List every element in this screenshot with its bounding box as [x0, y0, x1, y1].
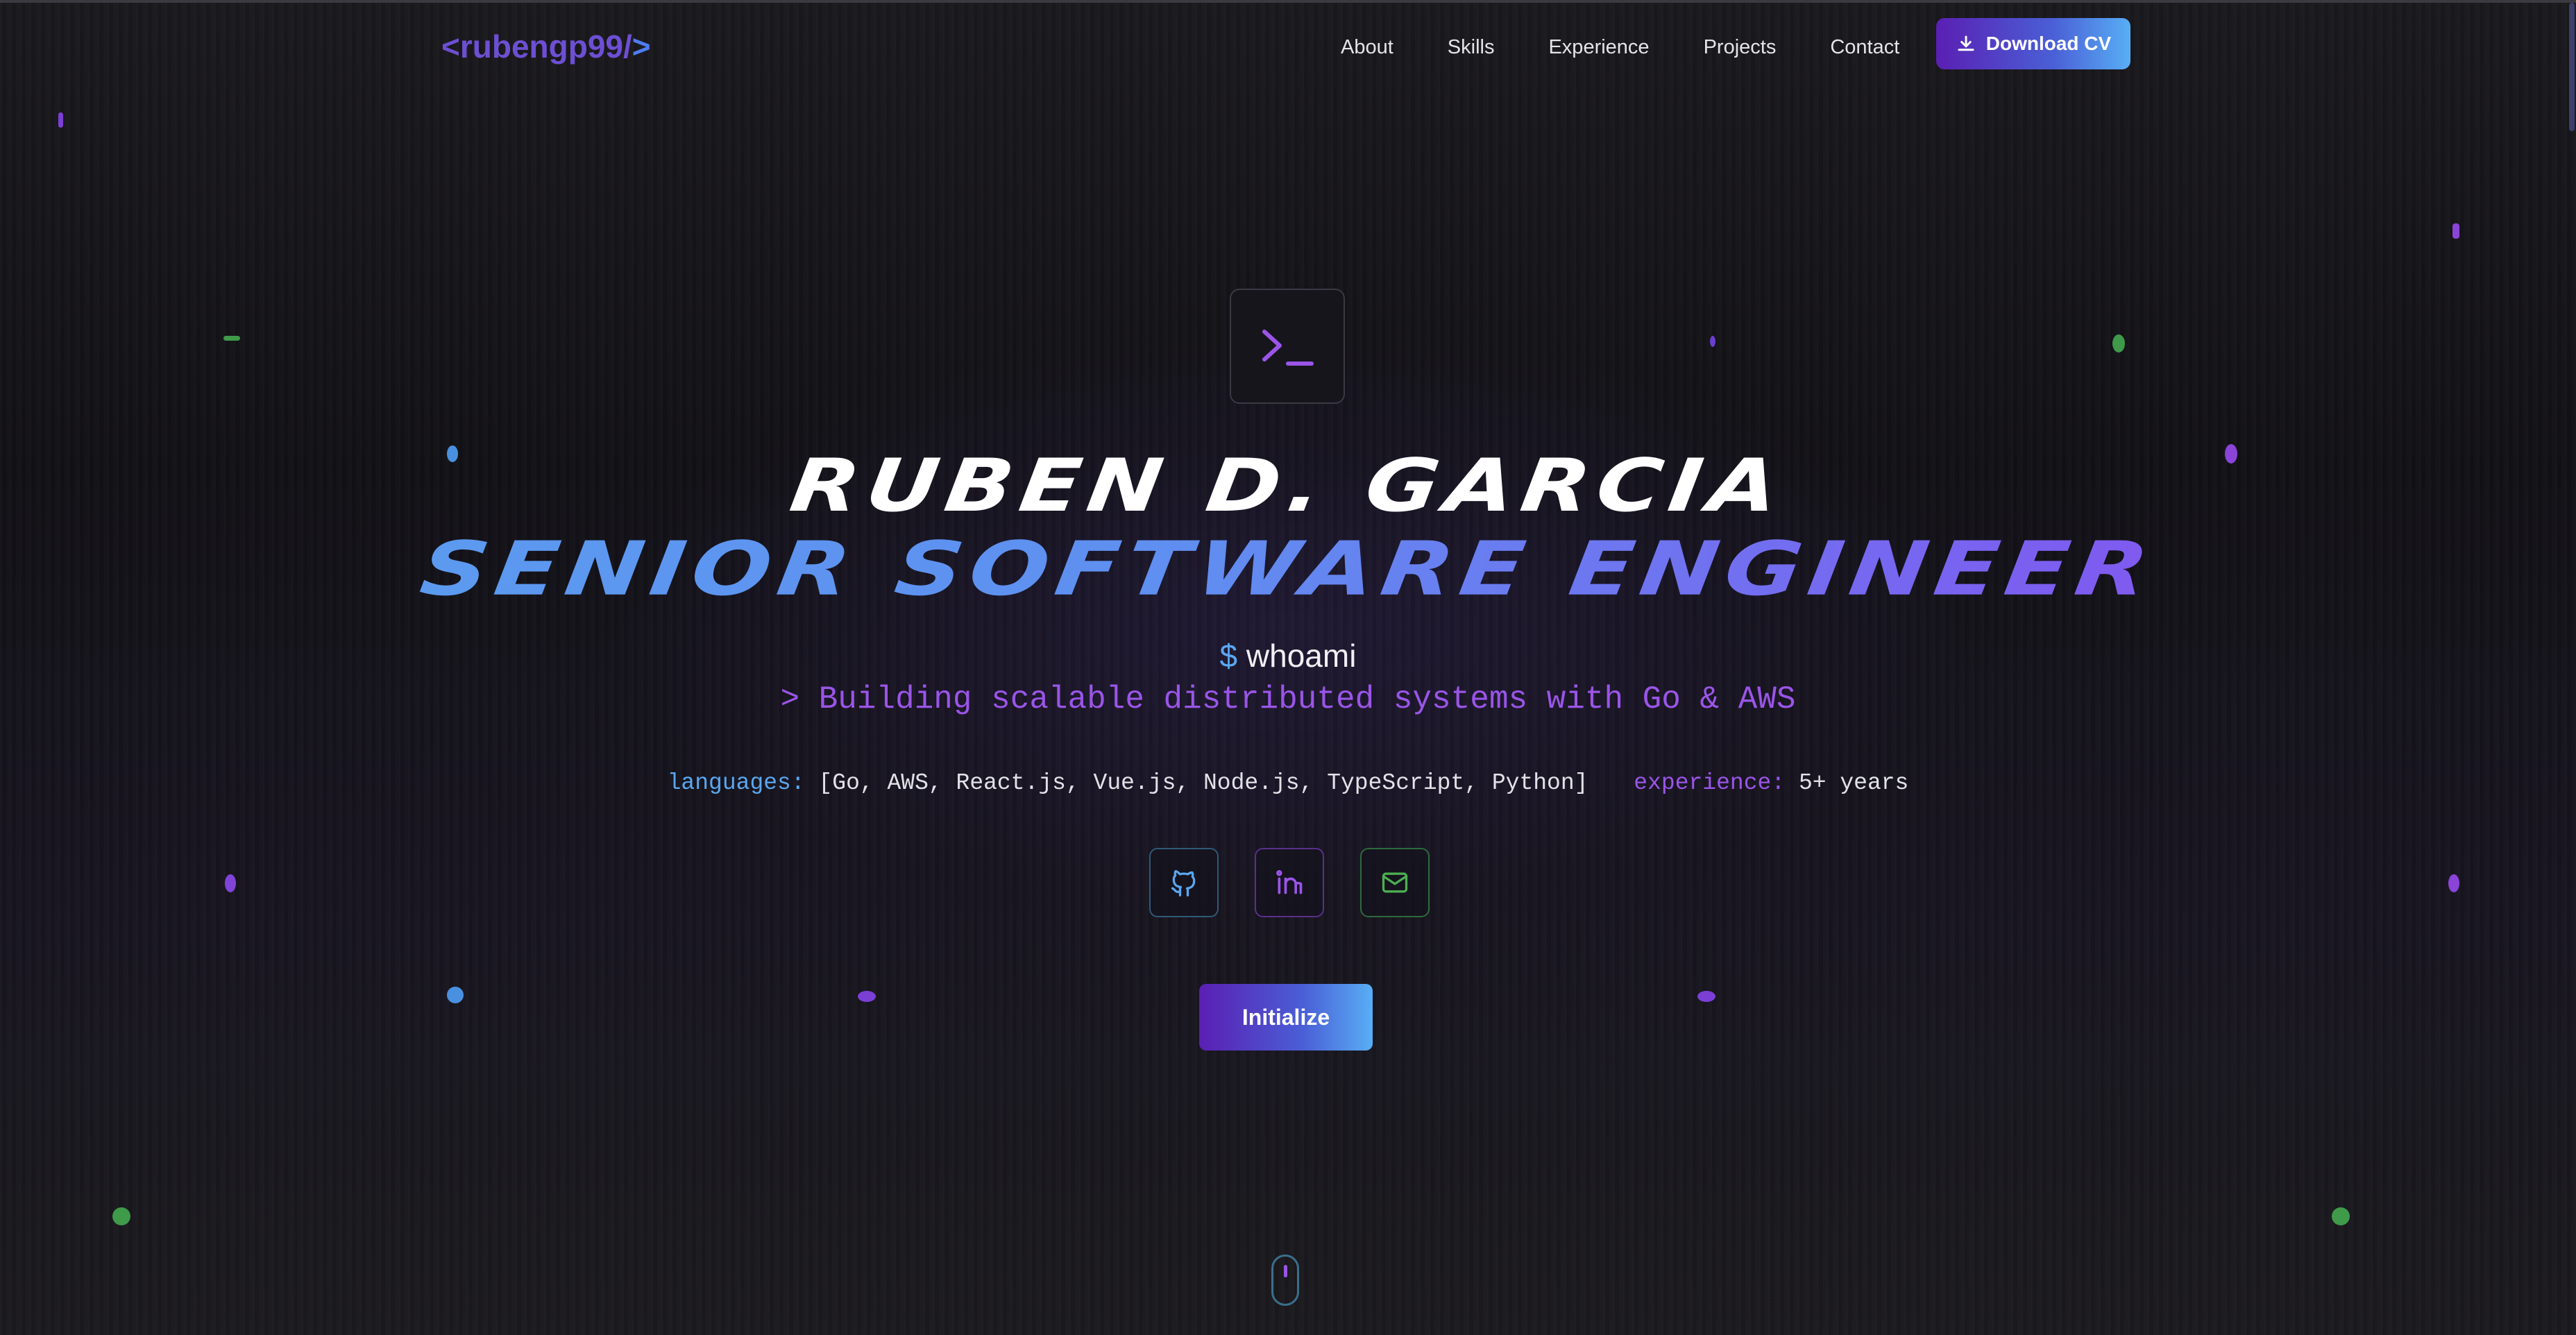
whoami-line: $ whoami	[0, 637, 2576, 674]
nav-experience[interactable]: Experience	[1548, 36, 1649, 59]
particle	[112, 1207, 130, 1225]
scroll-wheel	[1284, 1265, 1287, 1277]
languages-value: [Go, AWS, React.js, Vue.js, Node.js, Typ…	[818, 770, 1588, 796]
hero-name: RUBEN D. GARCIA	[785, 443, 1791, 529]
particle	[1710, 336, 1715, 347]
whoami-command: whoami	[1246, 638, 1357, 674]
main-nav: About Skills Experience Projects Contact	[1341, 36, 1899, 59]
particle	[2452, 223, 2459, 239]
mail-link[interactable]	[1360, 848, 1430, 917]
nav-contact[interactable]: Contact	[1830, 36, 1899, 59]
particle	[2332, 1207, 2350, 1225]
hero-role: SENIOR SOFTWARE ENGINEER	[0, 526, 2576, 613]
logo-bracket: >	[632, 28, 651, 65]
site-logo[interactable]: <rubengp99/>	[441, 28, 651, 65]
terminal-icon	[1262, 330, 1314, 366]
linkedin-link[interactable]	[1255, 848, 1324, 917]
page-scrollbar[interactable]	[2569, 3, 2575, 131]
window-top-border	[0, 0, 2576, 3]
social-links	[1149, 848, 1430, 917]
download-cv-button[interactable]: Download CV	[1936, 18, 2130, 69]
nav-projects[interactable]: Projects	[1704, 36, 1777, 59]
particle	[225, 874, 236, 892]
prompt-symbol: $	[1219, 638, 1238, 674]
github-link[interactable]	[1149, 848, 1219, 917]
mail-icon	[1382, 872, 1408, 893]
nav-skills[interactable]: Skills	[1448, 36, 1495, 59]
initialize-button[interactable]: Initialize	[1199, 984, 1373, 1051]
particle	[2448, 874, 2459, 892]
nav-about[interactable]: About	[1341, 36, 1393, 59]
mouse-scroll-icon[interactable]	[1271, 1255, 1299, 1306]
linkedin-icon	[1276, 870, 1303, 894]
particle	[58, 112, 63, 128]
hero-tagline: > Building scalable distributed systems …	[780, 681, 1796, 717]
languages-key: languages:	[667, 770, 805, 796]
experience-key: experience:	[1634, 770, 1786, 796]
particle	[858, 991, 876, 1002]
particle	[1697, 991, 1715, 1002]
terminal-badge	[1230, 289, 1345, 404]
hero-meta: languages: [Go, AWS, React.js, Vue.js, N…	[0, 770, 2576, 796]
experience-value: 5+ years	[1798, 770, 1909, 796]
particle	[447, 987, 464, 1003]
particle	[223, 336, 240, 341]
download-cv-label: Download CV	[1985, 33, 2112, 54]
github-icon	[1171, 870, 1196, 896]
logo-text: <rubengp99/	[441, 28, 632, 65]
particle	[2112, 334, 2125, 352]
download-icon	[1958, 35, 1974, 51]
